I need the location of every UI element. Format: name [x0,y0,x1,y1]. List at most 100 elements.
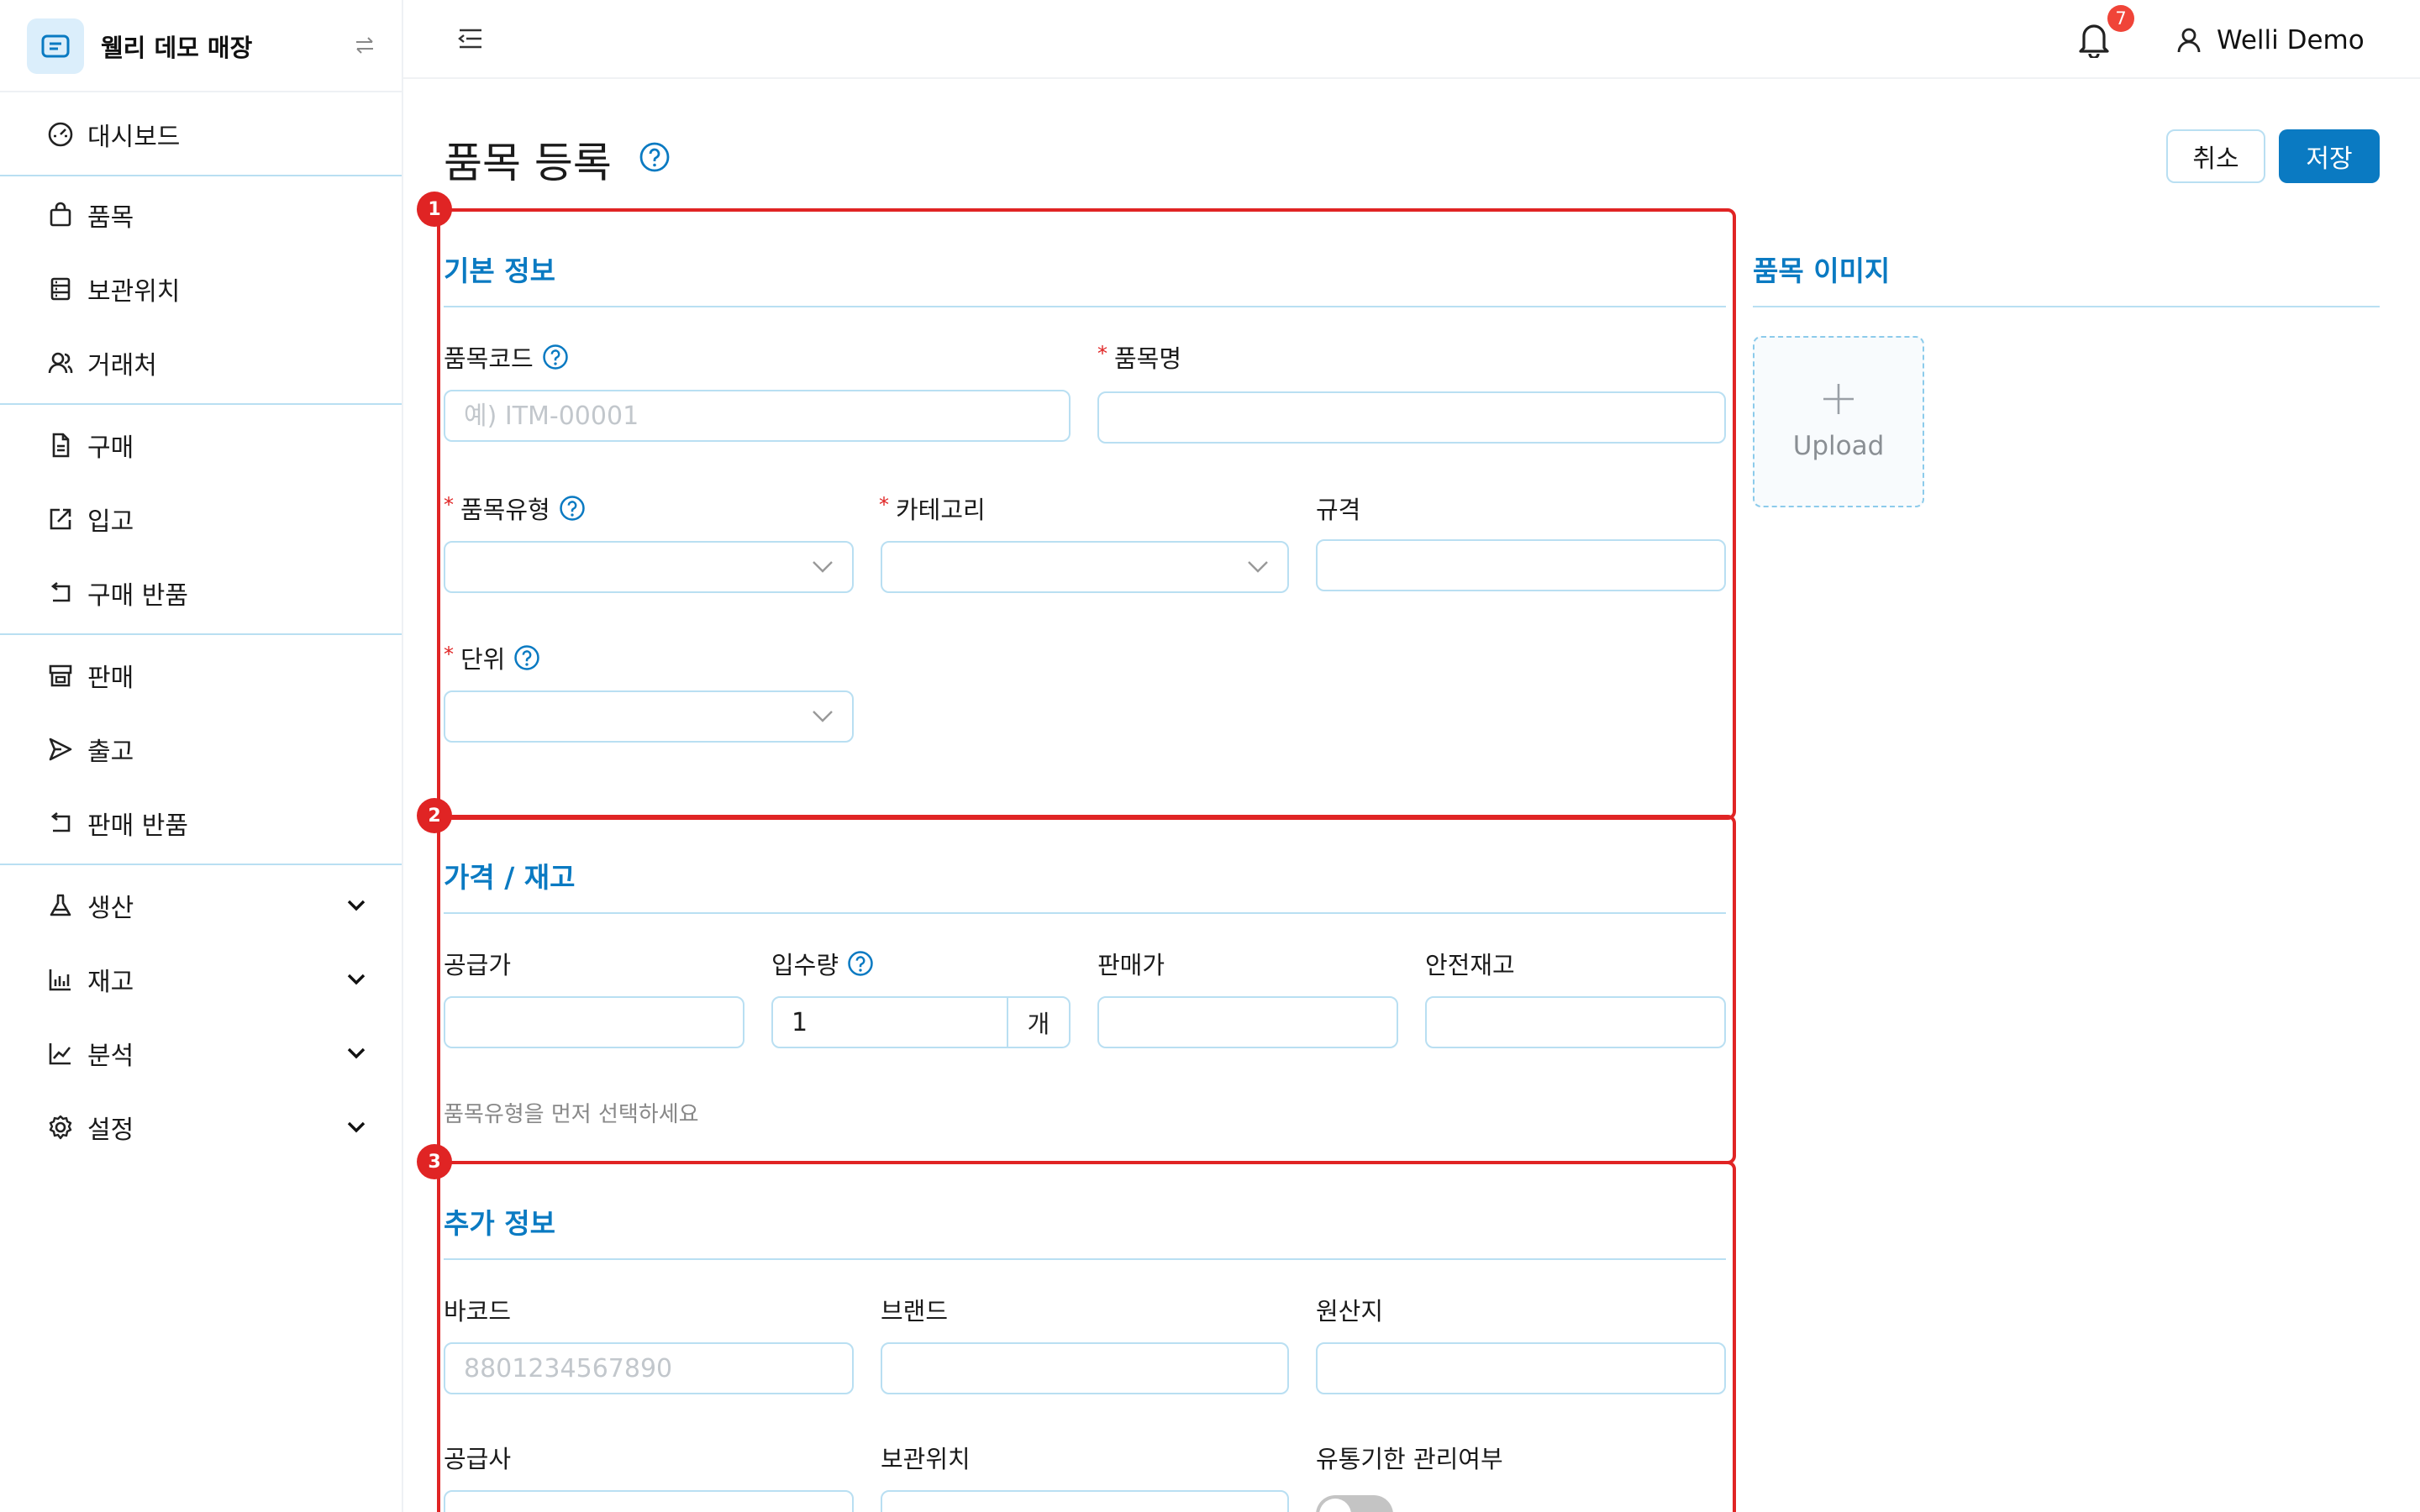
supplier-select[interactable] [444,1490,854,1512]
sidebar-item-inventory[interactable]: 재고 [0,948,402,1011]
item-type-hint: 품목유형을 먼저 선택하세요 [444,1102,699,1127]
inbound-qty-input[interactable]: 1 [771,996,1008,1048]
brand-label: 브랜드 [881,1292,948,1327]
field-label-text: 브랜드 [881,1297,949,1326]
sidebar-item-sales-return[interactable]: 판매 반품 [0,791,402,855]
user-name[interactable]: Welli Demo [2217,25,2365,55]
required-asterisk: * [1097,342,1107,365]
sidebar-item-items[interactable]: 품목 [0,183,402,247]
notification-badge: 7 [2107,5,2134,32]
help-circle-icon[interactable] [513,644,540,671]
storage-location-label: 보관위치 [881,1440,971,1475]
return-icon [45,808,76,838]
sidebar-item-purchase-return[interactable]: 구매 반품 [0,561,402,625]
safety-stock-input[interactable] [1425,996,1726,1048]
storage-location-select[interactable] [881,1490,1289,1512]
expiry-management-toggle[interactable] [1316,1495,1393,1512]
sidebar-item-partners[interactable]: 거래처 [0,331,402,395]
chevron-down-icon[interactable] [810,554,835,580]
sidebar-item-label: 재고 [87,968,134,997]
chevron-down-icon[interactable] [341,1112,371,1142]
required-asterisk: * [444,643,454,666]
help-circle-icon[interactable] [639,141,671,173]
help-circle-icon[interactable] [847,950,874,977]
gauge-icon [45,119,76,150]
field-label-text: 보관위치 [881,1445,971,1473]
sale-price-input[interactable] [1097,996,1398,1048]
save-button[interactable]: 저장 [2279,129,2380,183]
field-label-text: 입수량 [771,951,839,979]
sidebar-item-dashboard[interactable]: 대시보드 [0,102,402,166]
sidebar-item-storage[interactable]: 보관위치 [0,257,402,321]
return-icon [45,578,76,608]
sidebar-item-inbound[interactable]: 입고 [0,487,402,551]
field-label-text: 유통기한 관리여부 [1316,1445,1503,1473]
section-title: 추가 정보 [444,1207,555,1240]
chevron-down-icon[interactable] [341,890,371,921]
sidebar-item-settings[interactable]: 설정 [0,1095,402,1159]
sidebar-item-outbound[interactable]: 출고 [0,717,402,781]
inbound-qty-label: 입수량 [771,946,874,981]
gear-icon [45,1112,76,1142]
unit-select[interactable] [444,690,854,743]
chevron-down-icon[interactable] [341,964,371,995]
category-select[interactable] [881,541,1289,593]
item-type-label: * 품목유형 [444,491,586,526]
field-label-text: 품목유형 [460,496,550,524]
brand-input[interactable] [881,1342,1289,1394]
item-code-input[interactable] [444,390,1071,442]
field-label-text: 원산지 [1316,1297,1384,1326]
spec-input[interactable] [1316,539,1726,591]
sidebar-item-label: 설정 [87,1116,134,1145]
sidebar-item-label: 거래처 [87,351,157,381]
origin-input[interactable] [1316,1342,1726,1394]
switch-arrows-icon[interactable] [351,30,378,60]
line-chart-icon [45,1038,76,1068]
field-label-text: 카테고리 [896,496,986,524]
section-marker: 2 [417,798,452,833]
sidebar-item-purchase[interactable]: 구매 [0,413,402,477]
field-label-text: 안전재고 [1425,951,1515,979]
required-asterisk: * [879,493,889,517]
users-icon [45,348,76,378]
sidebar-item-production[interactable]: 생산 [0,874,402,937]
barcode-label: 바코드 [444,1292,511,1327]
supply-price-input[interactable] [444,996,744,1048]
chevron-down-icon[interactable] [1245,554,1270,580]
nav-divider [0,403,402,405]
help-circle-icon[interactable] [542,344,569,370]
section-title: 가격 / 재고 [444,861,576,894]
sidebar: 웰리 데모 매장 대시보드 품목 보관위치 거래처 구매 입고 구매 반품 판매 [0,0,403,1512]
bar-chart-icon [45,964,76,995]
flask-icon [45,890,76,921]
section-divider [444,1258,1726,1260]
section-divider [1753,306,2380,307]
sidebar-item-analytics[interactable]: 분석 [0,1021,402,1085]
cancel-button[interactable]: 취소 [2166,129,2265,183]
receipt-icon[interactable] [27,18,84,74]
upload-label: Upload [1792,431,1885,461]
sidebar-item-sales[interactable]: 판매 [0,643,402,707]
plus-icon [1822,382,1855,419]
section-divider [444,912,1726,914]
brand-header: 웰리 데모 매장 [0,0,402,92]
help-circle-icon[interactable] [559,495,586,522]
sidebar-item-label: 판매 [87,664,134,693]
item-type-select[interactable] [444,541,854,593]
section-marker: 1 [417,192,452,227]
chevron-down-icon[interactable] [810,704,835,729]
chevron-down-icon[interactable] [341,1038,371,1068]
user-icon[interactable] [2173,24,2205,57]
item-name-input[interactable] [1097,391,1726,444]
barcode-input[interactable] [444,1342,854,1394]
topbar: 7 Welli Demo [403,0,2420,79]
image-upload-button[interactable]: Upload [1753,336,1924,507]
page-title: 품목 등록 [444,139,612,187]
nav-divider [0,864,402,865]
sidebar-item-label: 판매 반품 [87,811,188,841]
sidebar-item-label: 입고 [87,507,134,537]
sidebar-item-label: 구매 반품 [87,581,188,611]
supply-price-label: 공급가 [444,946,511,981]
menu-collapse-icon[interactable] [454,24,487,54]
document-icon [45,430,76,460]
